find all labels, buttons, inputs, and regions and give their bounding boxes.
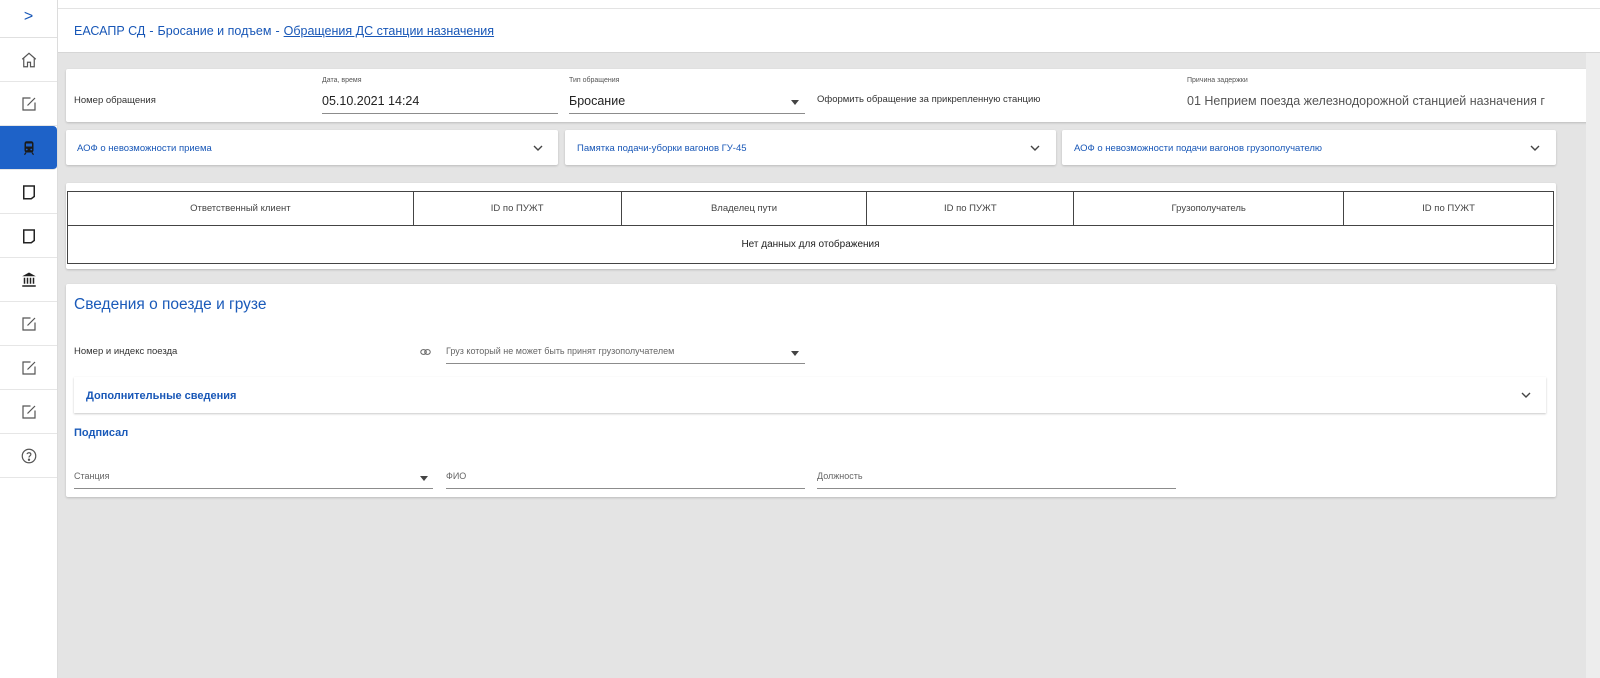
position-input-underline	[817, 488, 1176, 489]
attach-station-label[interactable]: Оформить обращение за прикрепленную стан…	[817, 94, 1040, 105]
delay-reason-label: Причина задержки	[1187, 77, 1248, 84]
request-type-underline	[569, 113, 805, 114]
home-icon	[21, 51, 36, 67]
delay-reason-input[interactable]: 01 Неприем поезда железнодорожной станци…	[1187, 94, 1547, 108]
breadcrumb-separator: -	[275, 23, 280, 38]
table-header-row: Ответственный клиент ID по ПУЖТ Владелец…	[67, 191, 1554, 226]
chevron-down-icon	[1521, 392, 1531, 398]
breadcrumb-current-link[interactable]: Обращения ДС станции назначения	[284, 24, 494, 38]
request-type-label: Тип обращения	[569, 77, 620, 84]
book-icon	[22, 184, 35, 199]
clients-table: Ответственный клиент ID по ПУЖТ Владелец…	[67, 191, 1554, 264]
request-header-card: Номер обращения Дата, время 05.10.2021 1…	[66, 69, 1592, 122]
accordion-title: АОФ о невозможности приема	[77, 143, 212, 154]
breadcrumb: ЕАСАПР СД - Бросание и подъем - Обращени…	[58, 8, 1600, 53]
column-header[interactable]: ID по ПУЖТ	[1343, 191, 1554, 226]
book-icon	[22, 228, 35, 243]
edit-note-icon	[21, 316, 36, 331]
chevron-down-icon	[1530, 145, 1540, 151]
caret-down-icon[interactable]	[791, 100, 799, 105]
sidebar-item-train[interactable]	[0, 126, 57, 170]
edit-note-icon	[21, 360, 36, 375]
date-label: Дата, время	[322, 77, 362, 84]
edit-note-icon	[21, 404, 36, 419]
cargo-select-underline	[446, 363, 805, 364]
column-header[interactable]: Грузополучатель	[1073, 191, 1345, 226]
edit-note-icon	[21, 96, 36, 111]
request-type-select[interactable]: Бросание	[569, 94, 625, 108]
sidebar-item-edit-1[interactable]	[0, 82, 57, 126]
caret-down-icon[interactable]	[420, 476, 428, 481]
sidebar-item-help[interactable]	[0, 434, 57, 478]
accordion-aof-delivery[interactable]: АОФ о невозможности подачи вагонов грузо…	[1062, 130, 1556, 165]
column-header[interactable]: ID по ПУЖТ	[866, 191, 1075, 226]
date-input-underline	[322, 113, 558, 114]
main-content: Номер обращения Дата, время 05.10.2021 1…	[58, 53, 1600, 678]
date-input[interactable]: 05.10.2021 14:24	[322, 94, 419, 108]
chevron-right-icon: >	[23, 8, 34, 25]
column-header[interactable]: Владелец пути	[620, 191, 868, 226]
breadcrumb-separator: -	[149, 23, 154, 38]
accordion-title: Дополнительные сведения	[86, 390, 237, 402]
accordion-additional-info[interactable]: Дополнительные сведения	[74, 377, 1546, 413]
empty-table-message: Нет данных для отображения	[67, 225, 1554, 264]
accordion-title: АОФ о невозможности подачи вагонов грузо…	[1074, 143, 1322, 154]
position-input[interactable]: Должность	[817, 471, 863, 481]
accordion-aof-reception[interactable]: АОФ о невозможности приема	[66, 130, 558, 165]
sidebar-item-book-1[interactable]	[0, 170, 57, 214]
scrollbar[interactable]	[1586, 53, 1600, 678]
sidebar-item-bank[interactable]	[0, 258, 57, 302]
station-select[interactable]: Станция	[74, 471, 110, 481]
sidebar-toggle-button[interactable]: >	[0, 0, 57, 38]
link-icon[interactable]	[420, 348, 431, 356]
cargo-select[interactable]: Груз который не может быть принят грузоп…	[446, 346, 674, 356]
chevron-down-icon	[533, 145, 543, 151]
help-icon	[21, 448, 36, 463]
column-header[interactable]: ID по ПУЖТ	[412, 191, 622, 226]
fio-input[interactable]: ФИО	[446, 471, 466, 481]
breadcrumb-section: Бросание и подъем	[157, 23, 272, 38]
caret-down-icon[interactable]	[791, 351, 799, 356]
sidebar: >	[0, 0, 58, 678]
breadcrumb-root: ЕАСАПР СД	[74, 23, 146, 38]
table-row: Нет данных для отображения	[67, 225, 1554, 264]
chevron-down-icon	[1030, 145, 1040, 151]
fio-input-underline	[446, 488, 805, 489]
signed-title: Подписал	[74, 427, 129, 439]
accordion-title: Памятка подачи-уборки вагонов ГУ-45	[577, 143, 747, 154]
request-number-label: Номер обращения	[74, 95, 156, 106]
station-select-underline	[74, 488, 433, 489]
sidebar-item-edit-3[interactable]	[0, 346, 57, 390]
section-title: Сведения о поезде и грузе	[74, 296, 267, 313]
sidebar-item-book-2[interactable]	[0, 214, 57, 258]
train-cargo-card: Сведения о поезде и грузе Номер и индекс…	[66, 284, 1556, 497]
sidebar-item-home[interactable]	[0, 38, 57, 82]
train-icon	[23, 140, 34, 155]
sidebar-item-edit-4[interactable]	[0, 390, 57, 434]
bank-icon	[21, 272, 36, 287]
accordion-gu45-memo[interactable]: Памятка подачи-уборки вагонов ГУ-45	[565, 130, 1056, 165]
column-header[interactable]: Ответственный клиент	[67, 191, 414, 226]
train-number-label: Номер и индекс поезда	[74, 346, 178, 357]
sidebar-item-edit-2[interactable]	[0, 302, 57, 346]
